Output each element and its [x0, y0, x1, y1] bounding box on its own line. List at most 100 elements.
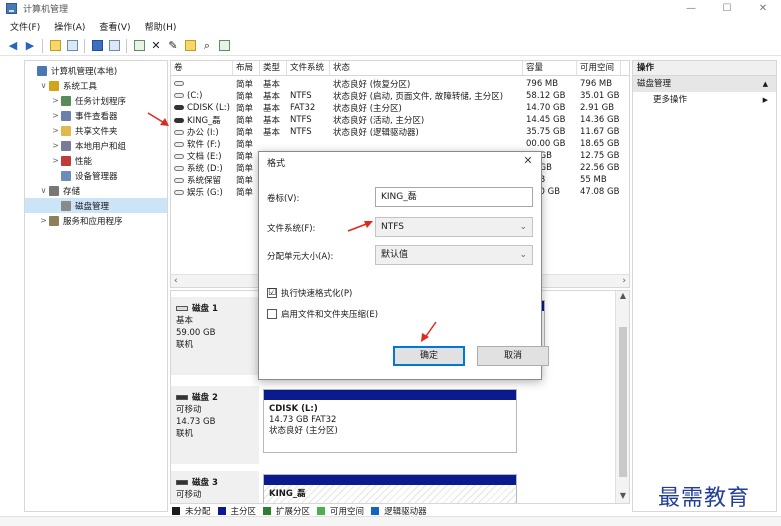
- scroll-down-icon[interactable]: ▼: [616, 491, 629, 503]
- ok-button[interactable]: 确定: [393, 346, 465, 366]
- column-volume[interactable]: 卷: [171, 61, 233, 75]
- minimize-button[interactable]: —: [673, 0, 709, 16]
- forward-icon[interactable]: ▶: [23, 39, 37, 53]
- column-type[interactable]: 类型: [260, 61, 287, 75]
- chevron-right-icon[interactable]: >: [51, 156, 60, 165]
- up-folder-icon[interactable]: [48, 39, 62, 53]
- tree-item[interactable]: ∨ 系统工具: [25, 78, 167, 93]
- removable-disk-icon: [176, 395, 188, 400]
- tree-item[interactable]: > 本地用户和组: [25, 138, 167, 153]
- disk-status: 联机: [176, 429, 194, 439]
- help-icon[interactable]: [90, 39, 104, 53]
- shortcut-icon[interactable]: [217, 39, 231, 53]
- tree-item[interactable]: > 性能: [25, 153, 167, 168]
- volume-icon: [174, 130, 184, 135]
- search-icon[interactable]: ⌕: [200, 39, 214, 53]
- table-row[interactable]: (C:) 简单 基本 NTFS 状态良好 (启动, 页面文件, 故障转储, 主分区) 58…: [171, 90, 629, 102]
- disk-size: 14.73 GB: [176, 417, 216, 427]
- chevron-right-icon[interactable]: >: [51, 141, 60, 150]
- maximize-button[interactable]: ☐: [709, 0, 745, 16]
- table-cell: 系统保留: [171, 174, 233, 186]
- compression-checkbox[interactable]: [267, 309, 277, 319]
- disk-name: 磁盘 2: [192, 393, 218, 403]
- disk-icon: [176, 306, 188, 311]
- table-cell: 状态良好 (主分区): [333, 104, 402, 114]
- partition[interactable]: CDISK (L:) 14.73 GB FAT32 状态良好 (主分区): [263, 389, 517, 453]
- table-row[interactable]: 办公 (I:) 简单 基本 NTFS 状态良好 (逻辑驱动器) 35.75 GB 11.67…: [171, 126, 629, 138]
- disk-info[interactable]: 磁盘 3 可移动: [171, 471, 259, 503]
- settings-icon[interactable]: ✎: [166, 39, 180, 53]
- volume-icon: [174, 81, 184, 86]
- column-capacity[interactable]: 容量: [523, 61, 577, 75]
- vertical-scrollbar[interactable]: ▲ ▼: [615, 291, 629, 503]
- dialog-title-bar: 格式 ✕: [259, 152, 541, 172]
- table-cell: 14.70 GB: [526, 103, 566, 113]
- check-icon[interactable]: [132, 39, 146, 53]
- window-controls: — ☐ ✕: [673, 0, 781, 16]
- legend-swatch: [317, 507, 326, 515]
- tree-node-icon: [61, 155, 71, 166]
- column-free-space[interactable]: 可用空间: [577, 61, 621, 75]
- volume-icon: [174, 93, 184, 98]
- table-cell: 娱乐 (G:): [171, 186, 233, 198]
- open-icon[interactable]: [183, 39, 197, 53]
- menu-view[interactable]: 查看(V): [99, 20, 130, 33]
- table-cell: 简单: [236, 140, 254, 150]
- column-status[interactable]: 状态: [330, 61, 523, 75]
- chevron-down-icon[interactable]: ∨: [39, 81, 48, 90]
- disk-info[interactable]: 磁盘 2 可移动 14.73 GB 联机: [171, 386, 259, 464]
- disk-size: 59.00 GB: [176, 328, 216, 338]
- dialog-close-button[interactable]: ✕: [521, 154, 535, 168]
- table-cell: NTFS: [290, 127, 312, 137]
- table-row[interactable]: KING_磊 简单 基本 NTFS 状态良好 (活动, 主分区) 14.45 GB 14.3…: [171, 114, 629, 126]
- table-row[interactable]: CDISK (L:) 简单 基本 FAT32 状态良好 (主分区) 14.70 GB 2.9…: [171, 102, 629, 114]
- column-filesystem[interactable]: 文件系统: [287, 61, 330, 75]
- tree-item[interactable]: 设备管理器: [25, 168, 167, 183]
- view-icon[interactable]: [107, 39, 121, 53]
- more-actions[interactable]: 更多操作: [633, 92, 776, 108]
- chevron-down-icon[interactable]: ∨: [39, 186, 48, 195]
- tree-node-icon: [37, 65, 47, 76]
- chevron-right-icon[interactable]: >: [51, 126, 60, 135]
- back-icon[interactable]: ◀: [6, 39, 20, 53]
- table-cell: 简单: [236, 152, 254, 162]
- menu-help[interactable]: 帮助(H): [145, 20, 177, 33]
- disk-info[interactable]: 磁盘 1 基本 59.00 GB 联机: [171, 297, 259, 375]
- chevron-right-icon[interactable]: >: [51, 111, 60, 120]
- quick-format-option[interactable]: ☑ 执行快速格式化(P): [267, 287, 352, 299]
- tree-item[interactable]: ∨ 存储: [25, 183, 167, 198]
- allocation-unit-select[interactable]: 默认值 ⌄: [375, 245, 533, 265]
- scroll-up-icon[interactable]: ▲: [616, 291, 629, 303]
- table-cell: 14.36 GB: [580, 115, 620, 125]
- toolbar-separator: [126, 38, 127, 53]
- actions-section-disk-management[interactable]: 磁盘管理: [633, 76, 776, 92]
- tree-node-icon: [49, 185, 59, 196]
- chevron-right-icon[interactable]: >: [39, 216, 48, 225]
- delete-icon[interactable]: ✕: [149, 39, 163, 53]
- table-row[interactable]: 软件 (F:) 简单 00.00 GB 18.65 GB: [171, 138, 629, 150]
- quick-format-checkbox[interactable]: ☑: [267, 288, 277, 298]
- properties-icon[interactable]: [65, 39, 79, 53]
- file-system-select[interactable]: NTFS ⌄: [375, 217, 533, 237]
- scrollbar-thumb[interactable]: [619, 327, 627, 477]
- scroll-right-icon[interactable]: ›: [622, 276, 626, 286]
- tree-item[interactable]: 磁盘管理: [25, 198, 167, 213]
- cancel-button[interactable]: 取消: [477, 346, 549, 366]
- menu-action[interactable]: 操作(A): [54, 20, 85, 33]
- volume-label-input[interactable]: KING_磊: [375, 187, 533, 207]
- tree-item[interactable]: 计算机管理(本地): [25, 63, 167, 78]
- menu-file[interactable]: 文件(F): [10, 20, 40, 33]
- partition[interactable]: KING_磊: [263, 474, 517, 503]
- chevron-right-icon[interactable]: >: [51, 96, 60, 105]
- table-row[interactable]: 简单 基本 状态良好 (恢复分区) 796 MB 796 MB: [171, 78, 629, 90]
- close-button[interactable]: ✕: [745, 0, 781, 16]
- scroll-left-icon[interactable]: ‹: [174, 276, 178, 286]
- partition-size: 14.73 GB FAT32: [269, 415, 337, 425]
- disk-status: 联机: [176, 340, 194, 350]
- table-cell: 基本: [263, 116, 281, 126]
- column-layout[interactable]: 布局: [233, 61, 260, 75]
- tree-item[interactable]: > 服务和应用程序: [25, 213, 167, 228]
- compression-option[interactable]: 启用文件和文件夹压缩(E): [267, 308, 378, 320]
- tree-item[interactable]: > 任务计划程序: [25, 93, 167, 108]
- watermark: 最需教育: [658, 486, 751, 511]
